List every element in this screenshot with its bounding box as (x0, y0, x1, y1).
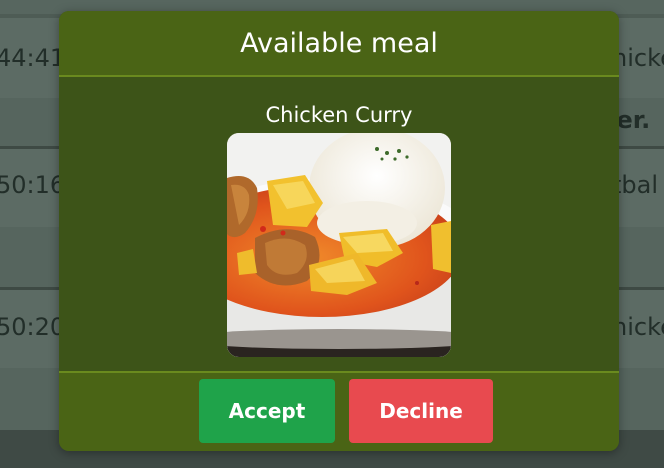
meal-name: Chicken Curry (265, 103, 413, 127)
table-cell-time: 44:41 (0, 44, 66, 72)
table-cell-item: hicke (612, 44, 664, 72)
modal-title: Available meal (240, 27, 438, 59)
accept-button[interactable]: Accept (199, 379, 335, 443)
modal-header: Available meal (59, 11, 619, 77)
chicken-curry-illustration (227, 133, 451, 357)
table-cell-item: hicke (612, 313, 664, 341)
modal-footer (59, 371, 619, 451)
decline-button[interactable]: Decline (349, 379, 493, 443)
meal-image (227, 133, 451, 357)
table-cell-time: 50:16 (0, 171, 66, 199)
table-cell-time: 50:20 (0, 313, 66, 341)
meal-modal: Available meal Chicken Curry (59, 11, 619, 451)
